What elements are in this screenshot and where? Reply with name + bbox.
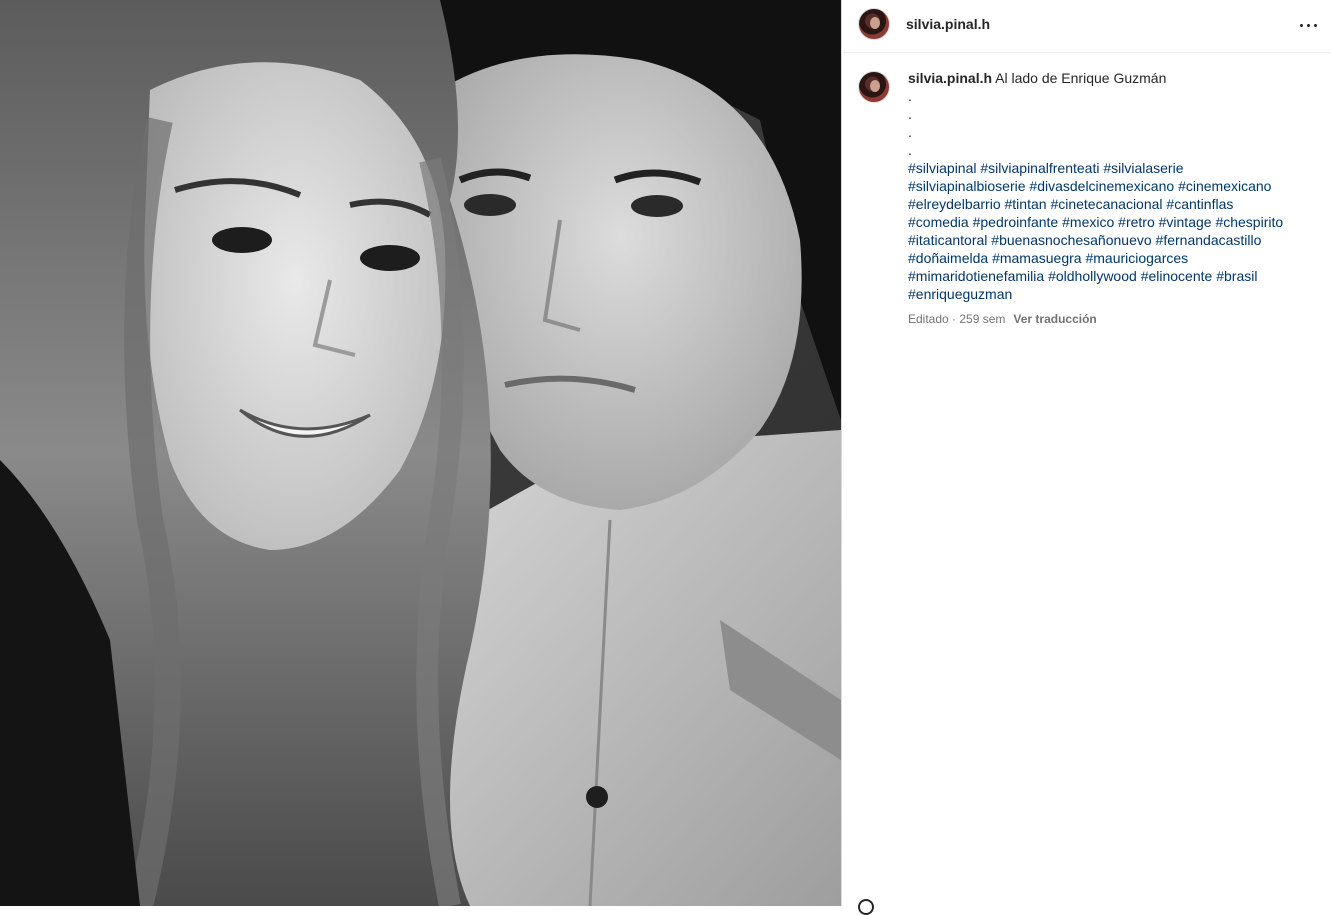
hashtag-line: #silviapinal #silviapinalfrenteati #silv…	[908, 159, 1322, 177]
caption-username[interactable]: silvia.pinal.h	[908, 70, 992, 86]
caption-dot: .	[908, 106, 912, 122]
more-dot	[1300, 24, 1303, 27]
hashtag-link[interactable]: #mexico	[1062, 214, 1114, 230]
hashtag-link[interactable]: #itaticantoral	[908, 232, 987, 248]
hashtag-link[interactable]: #mimaridotienefamilia	[908, 268, 1044, 284]
see-translation-button[interactable]: Ver traducción	[1013, 312, 1096, 326]
hashtag-link[interactable]: #divasdelcinemexicano	[1029, 178, 1174, 194]
hashtag-line: #elreydelbarrio #tintan #cinetecanaciona…	[908, 195, 1322, 213]
edited-timestamp: Editado · 259 sem	[908, 312, 1006, 326]
post-header: silvia.pinal.h	[842, 0, 1331, 53]
caption-body: silvia.pinal.h Al lado de Enrique Guzmán…	[908, 69, 1322, 327]
hashtag-link[interactable]: #cantinflas	[1166, 196, 1233, 212]
avatar-face	[870, 80, 880, 92]
more-horizontal-icon[interactable]	[1297, 14, 1321, 38]
hashtag-link[interactable]: #fernandacastillo	[1156, 232, 1262, 248]
hashtag-link[interactable]: #tintan	[1005, 196, 1047, 212]
caption-first-line: silvia.pinal.h Al lado de Enrique Guzmán	[908, 69, 1322, 87]
avatar-face	[870, 17, 880, 29]
hashtag-link[interactable]: #cinemexicano	[1178, 178, 1271, 194]
hashtag-line: #doñaimelda #mamasuegra #mauriciogarces	[908, 249, 1322, 267]
hashtag-link[interactable]: #vintage	[1159, 214, 1212, 230]
caption-dot: .	[908, 124, 912, 140]
hashtag-link[interactable]: #pedroinfante	[973, 214, 1059, 230]
hashtag-link[interactable]: #silviapinal	[908, 160, 976, 176]
hashtag-line: #comedia #pedroinfante #mexico #retro #v…	[908, 213, 1322, 231]
hashtag-line: #itaticantoral #buenasnochesañonuevo #fe…	[908, 231, 1322, 249]
hashtag-link[interactable]: #cinetecanacional	[1050, 196, 1162, 212]
more-dot	[1307, 24, 1310, 27]
hashtag-line: #silviapinalbioserie #divasdelcinemexica…	[908, 177, 1322, 195]
instagram-post: silvia.pinal.h silvia.pinal.h Al lado de…	[0, 0, 1331, 915]
hashtag-link[interactable]: #enriqueguzman	[908, 286, 1012, 302]
caption-avatar[interactable]	[858, 71, 890, 103]
hashtag-line: #enriqueguzman	[908, 285, 1322, 303]
photo-black-and-white	[0, 0, 841, 906]
hashtag-link[interactable]: #elreydelbarrio	[908, 196, 1001, 212]
hashtag-link[interactable]: #mamasuegra	[992, 250, 1082, 266]
hashtag-link[interactable]: #comedia	[908, 214, 969, 230]
hashtag-link[interactable]: #silviapinalbioserie	[908, 178, 1026, 194]
hashtag-line: #mimaridotienefamilia #oldhollywood #eli…	[908, 267, 1322, 285]
avatar[interactable]	[858, 8, 890, 40]
caption-text: Al lado de Enrique Guzmán	[992, 70, 1167, 86]
hashtag-link[interactable]: #silviapinalfrenteati	[980, 160, 1099, 176]
post-side-panel: silvia.pinal.h silvia.pinal.h Al lado de…	[842, 0, 1331, 915]
post-photo[interactable]	[0, 0, 841, 906]
hashtag-link[interactable]: #brasil	[1216, 268, 1257, 284]
comment-emoji-icon[interactable]	[858, 899, 874, 915]
hashtag-link[interactable]: #chespirito	[1215, 214, 1283, 230]
hashtag-link[interactable]: #silvialaserie	[1103, 160, 1183, 176]
header-username[interactable]: silvia.pinal.h	[906, 16, 990, 32]
hashtag-link[interactable]: #buenasnochesañonuevo	[991, 232, 1151, 248]
caption-meta: Editado · 259 sem Ver traducción	[908, 311, 1322, 327]
hashtag-link[interactable]: #oldhollywood	[1048, 268, 1137, 284]
hashtag-link[interactable]: #retro	[1118, 214, 1155, 230]
hashtag-link[interactable]: #mauriciogarces	[1085, 250, 1188, 266]
hashtag-link[interactable]: #elinocente	[1141, 268, 1213, 284]
hashtag-list: #silviapinal #silviapinalfrenteati #silv…	[908, 159, 1322, 303]
more-dot	[1314, 24, 1317, 27]
caption-dot: .	[908, 142, 912, 158]
hashtag-link[interactable]: #doñaimelda	[908, 250, 988, 266]
caption-dot: .	[908, 88, 912, 104]
